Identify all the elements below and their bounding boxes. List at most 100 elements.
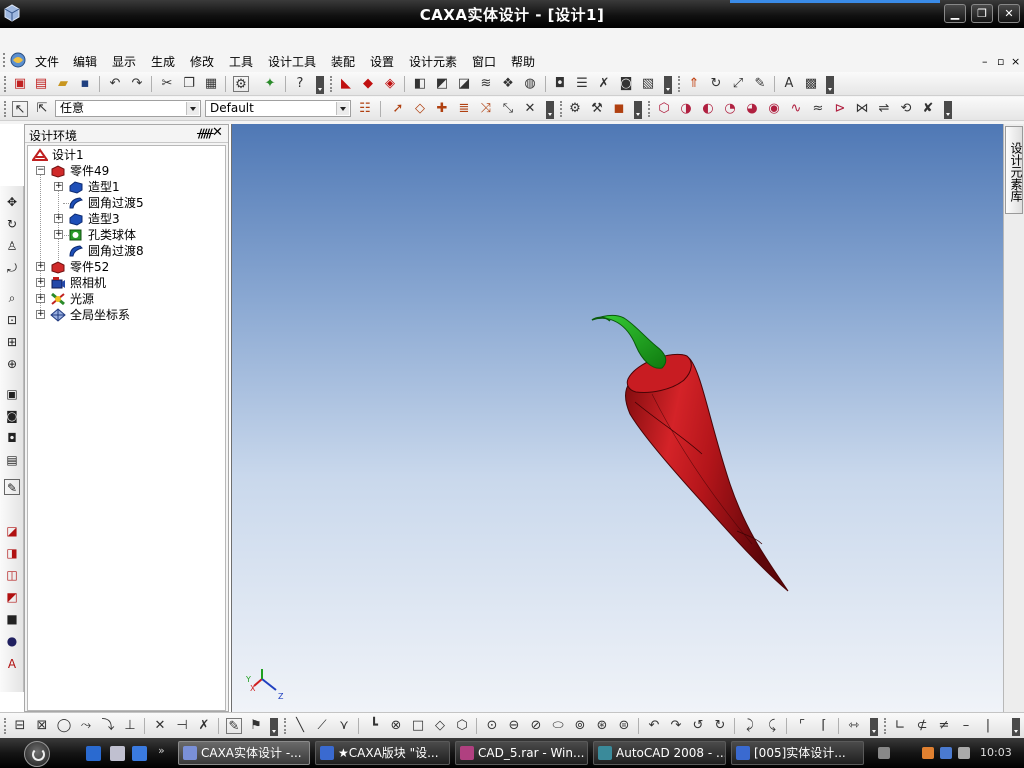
zoom-fit-icon[interactable]: ⊞ [4,334,20,350]
clock[interactable]: 10:03 [980,746,1012,759]
annotation-icon[interactable]: A [4,656,20,672]
snap-icon[interactable]: ⤨ [478,101,494,117]
project-curve-icon[interactable]: ⊳ [832,101,848,117]
move-icon[interactable]: ⇑ [686,76,702,92]
split-icon[interactable]: ☰ [574,76,590,92]
menu-design-elements[interactable]: 设计元素 [409,53,457,70]
mdi-close-button[interactable]: × [1011,55,1020,68]
circle-tool-icon[interactable]: ◯ [56,718,72,734]
chevron-down-icon[interactable] [186,102,199,115]
shell-feature-icon[interactable]: ◩ [434,76,450,92]
menu-file[interactable]: 文件 [35,53,59,70]
toolbar-overflow-button[interactable] [870,718,878,736]
cross-tool-icon[interactable]: ✗ [196,718,212,734]
menu-tools[interactable]: 工具 [229,53,253,70]
tangent-line-icon[interactable]: ⋎ [336,718,352,734]
new-design-icon[interactable]: ▤ [33,76,49,92]
paint-icon[interactable]: ✎ [752,76,768,92]
rib-feature-icon[interactable]: ≋ [478,76,494,92]
camera-position-icon[interactable]: ◘ [4,430,20,446]
toolbar-overflow-button[interactable] [546,101,554,119]
diamond-icon[interactable]: ◇ [432,718,448,734]
task-caxa-forum[interactable]: ★CAXA版块 "设... [315,741,450,765]
image-icon[interactable]: ▩ [803,76,819,92]
align-icon[interactable]: ⤢ [730,76,746,92]
quicklaunch-more-icon[interactable]: » [158,744,165,757]
draft-feature-icon[interactable]: ◪ [456,76,472,92]
surface-feature-icon[interactable]: ◍ [522,76,538,92]
assembly-icon[interactable]: ⚙ [567,101,583,117]
view-front-icon[interactable]: ◪ [4,523,20,539]
layout-icon[interactable]: ⊟ [12,718,28,734]
smart-snap-icon[interactable]: ⚙ [233,76,249,92]
explode-icon[interactable]: ◼ [611,101,627,117]
expand-toggle[interactable]: + [36,278,45,287]
expand-toggle[interactable]: + [54,214,63,223]
document-menu-icon[interactable] [9,51,27,69]
circle-tangent-icon[interactable]: ⊚ [572,718,588,734]
redo-icon[interactable]: ↷ [129,76,145,92]
new-file-icon[interactable]: ▣ [12,76,28,92]
toolbar-grip[interactable] [4,76,7,92]
toolbar-grip[interactable] [560,101,563,117]
toolbar-overflow-button[interactable] [826,76,834,94]
connect-icon[interactable]: ┗ [366,718,382,734]
ie-quicklaunch-icon[interactable] [86,746,101,761]
maximize-button[interactable]: ❐ [971,4,993,23]
toolbar-overflow-button[interactable] [664,76,672,94]
dynamic-rotate-icon[interactable]: ⤾ [4,260,20,276]
section-icon[interactable]: ✗ [596,76,612,92]
curve-icon[interactable]: ∿ [788,101,804,117]
surface-offset-icon[interactable]: ◔ [722,101,738,117]
expand-toggle[interactable]: + [36,262,45,271]
texture-icon[interactable]: ▧ [640,76,656,92]
design-elements-library-tab[interactable]: 设计元素库 [1005,126,1023,214]
chevron-down-icon[interactable] [336,102,349,115]
copy-icon[interactable]: ❐ [181,76,197,92]
view-direction-icon[interactable]: ⊕ [4,356,20,372]
circle-center-icon[interactable]: ⊙ [484,718,500,734]
select-filter-icon[interactable]: ⇱ [34,101,50,117]
circle-tangent-3-icon[interactable]: ⊛ [594,718,610,734]
camera-icon[interactable]: ▣ [4,386,20,402]
undo-icon[interactable]: ↶ [107,76,123,92]
view-top-icon[interactable]: ◨ [4,545,20,561]
qq-tray-icon[interactable] [922,747,934,759]
configuration-dropdown[interactable]: Default [205,100,351,117]
task-autocad[interactable]: AutoCAD 2008 - ... [593,741,726,765]
toolbar-overflow-button[interactable] [944,101,952,119]
parallel-icon[interactable]: ≠ [936,718,952,734]
save-icon[interactable]: ▪ [77,76,93,92]
polyline-icon[interactable]: ⟋ [314,718,330,734]
toolbar-overflow-button[interactable] [270,718,278,736]
rectangle-icon[interactable]: □ [410,718,426,734]
toolbar-overflow-button[interactable] [634,101,642,119]
zoom-window-icon[interactable]: ⊡ [4,312,20,328]
offset-icon[interactable]: ⤳ [78,718,94,734]
sketch-flag-icon[interactable]: ⚑ [248,718,264,734]
delete-icon[interactable]: ✕ [522,101,538,117]
delete-curve-icon[interactable]: ✘ [920,101,936,117]
sketch-icon[interactable]: ≣ [456,101,472,117]
help-pointer-icon[interactable]: ? [292,76,308,92]
toolbar-overflow-button[interactable] [316,76,324,94]
plane-icon[interactable]: ◇ [412,101,428,117]
walk-icon[interactable]: ♙ [4,238,20,254]
open-icon[interactable]: ▰ [55,76,71,92]
ellipse-arc-icon[interactable]: ⊜ [616,718,632,734]
expand-toggle[interactable]: + [36,294,45,303]
line-icon[interactable]: ╲ [292,718,308,734]
loft-feature-icon[interactable]: ◧ [412,76,428,92]
horizontal-icon[interactable]: – [958,718,974,734]
chain-icon[interactable]: ⊗ [388,718,404,734]
shade-mode-icon[interactable]: ■ [4,611,20,627]
orbit-icon[interactable]: ↻ [4,216,20,232]
camera-reset-icon[interactable]: ▤ [4,452,20,468]
menubar-grip[interactable] [3,53,6,67]
arc-icon[interactable]: ↶ [646,718,662,734]
stamp-icon[interactable]: ⊥ [122,718,138,734]
toolbar-grip[interactable] [284,718,287,734]
toolbar-grip[interactable] [4,718,7,734]
menu-help[interactable]: 帮助 [511,53,535,70]
mirror-icon[interactable]: ⇌ [876,101,892,117]
